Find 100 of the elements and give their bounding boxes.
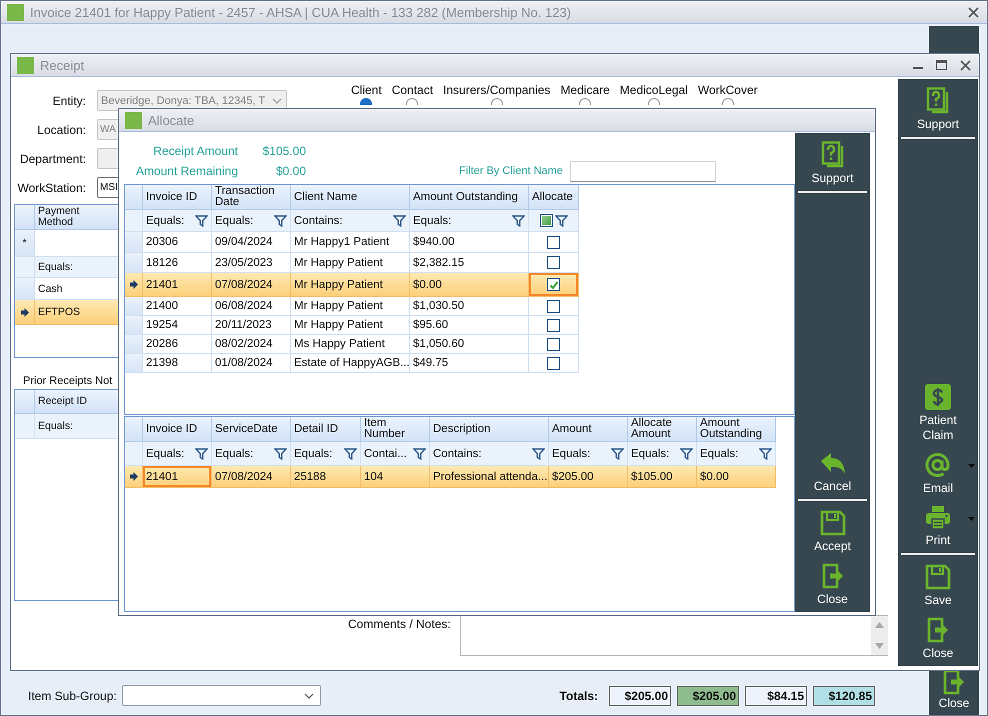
row-header (15, 278, 35, 300)
accept-button[interactable]: Accept (798, 504, 867, 557)
table-cell: 07/08/2024 (212, 273, 291, 297)
filter-icon[interactable] (554, 214, 568, 226)
column-header[interactable]: Transaction Date (212, 185, 291, 210)
table-cell: $205.00 (549, 466, 628, 488)
row-header (125, 185, 143, 210)
column-header[interactable]: Amount (549, 417, 628, 442)
radio-button[interactable] (648, 98, 660, 105)
filter-icon[interactable] (611, 448, 624, 460)
filter-icon[interactable] (344, 448, 357, 460)
column-header[interactable]: Payment Method (35, 205, 119, 230)
radio-label[interactable]: WorkCover (698, 83, 758, 97)
column-header[interactable]: Item Number (361, 417, 430, 442)
filter-label: Filter By Client Name (459, 165, 564, 177)
row-header (125, 297, 143, 316)
filter-icon[interactable] (680, 448, 693, 460)
table-cell: 21401 (143, 466, 212, 488)
window-title: Receipt (40, 58, 86, 72)
email-button[interactable]: Email (901, 446, 975, 499)
filter-icon[interactable] (413, 448, 426, 460)
radio-button[interactable] (490, 98, 503, 105)
radio-label[interactable]: Contact (392, 83, 434, 97)
filter-icon[interactable] (195, 448, 208, 460)
column-header[interactable]: Amount Outstanding (410, 185, 529, 210)
close-button[interactable]: Close (932, 669, 976, 713)
radio-button[interactable] (360, 98, 372, 105)
column-header[interactable]: ServiceDate (212, 417, 291, 442)
help-document-icon (820, 141, 844, 168)
table-cell: Professional attenda... (430, 466, 549, 488)
table-cell: Estate of HappyAGB... (291, 354, 410, 373)
filter-icon[interactable] (532, 448, 545, 460)
support-button[interactable]: Support (901, 81, 975, 139)
radio-button[interactable] (579, 98, 592, 105)
filter-icon[interactable] (759, 448, 772, 460)
select-all-checkbox[interactable] (540, 214, 552, 227)
save-button[interactable]: Save (901, 558, 975, 611)
table-cell: EFTPOS (35, 300, 119, 325)
column-header[interactable]: Allocate Amount (628, 417, 697, 442)
column-header[interactable]: Client Name (291, 185, 410, 210)
close-icon[interactable] (960, 60, 971, 70)
window-title: Invoice 21401 for Happy Patient - 2457 - AHSA | CUA Health - 133 282 (Membership No. 123) (30, 4, 572, 20)
field-label: Item Sub-Group: (28, 688, 117, 702)
cancel-button[interactable]: Cancel (798, 446, 867, 501)
filter-icon[interactable] (274, 214, 287, 226)
close-button[interactable]: Close (798, 557, 867, 610)
table-row[interactable]: Cash (15, 278, 119, 300)
support-button[interactable]: Support (798, 135, 867, 193)
table-row[interactable]: EFTPOS (15, 300, 119, 325)
field-label: Department: (18, 152, 86, 166)
client-name-filter-field[interactable] (570, 160, 716, 182)
checkbox[interactable] (547, 338, 560, 350)
checkbox[interactable] (547, 278, 560, 291)
column-header[interactable]: Receipt ID (35, 390, 119, 414)
row-pointer-icon (130, 472, 138, 481)
print-button[interactable]: Print (901, 499, 975, 555)
filter-icon[interactable] (195, 214, 208, 226)
checkbox[interactable] (547, 236, 560, 248)
close-button[interactable]: Close (901, 611, 975, 664)
radio-button[interactable] (406, 98, 418, 105)
checkbox[interactable] (547, 300, 560, 312)
column-header[interactable]: Detail ID (291, 417, 361, 442)
checkbox[interactable] (547, 318, 560, 332)
column-header[interactable]: Invoice ID (143, 417, 212, 442)
filter-operator[interactable]: Equals: (413, 214, 452, 226)
new-row-marker: * (22, 237, 27, 249)
radio-label[interactable]: MedicoLegal (620, 83, 688, 97)
checkbox[interactable] (547, 356, 560, 370)
exit-door-icon (822, 563, 844, 589)
printer-icon (925, 505, 951, 530)
maximize-icon[interactable] (936, 60, 947, 70)
back-arrow-icon (820, 452, 846, 476)
checkbox[interactable] (547, 256, 560, 269)
chevron-down-icon (304, 692, 314, 698)
exit-door-icon (943, 669, 965, 695)
column-header[interactable]: Description (430, 417, 549, 442)
radio-button[interactable] (722, 98, 734, 105)
filter-icon[interactable] (512, 214, 525, 226)
field-label: Location: (36, 122, 86, 136)
close-icon[interactable] (968, 6, 979, 18)
help-document-icon (926, 87, 950, 114)
radio-label[interactable]: Client (351, 83, 382, 97)
radio-label[interactable]: Insurers/Companies (443, 83, 550, 97)
dropdown-field[interactable] (122, 685, 321, 706)
text-field[interactable]: MSI (97, 177, 118, 198)
row-header (15, 390, 35, 414)
filter-icon[interactable] (274, 448, 287, 460)
summary-label: Amount Remaining (134, 164, 238, 178)
column-header[interactable]: Amount Outstanding (697, 417, 776, 442)
table-cell: 07/08/2024 (212, 466, 291, 488)
table-cell: Mr Happy Patient (291, 273, 410, 297)
patient-claim-button[interactable]: Patient Claim (901, 378, 975, 446)
chevron-down-icon (272, 98, 282, 104)
column-header[interactable]: Invoice ID (143, 185, 212, 210)
radio-label[interactable]: Medicare (560, 83, 610, 97)
totals-label: Totals: (560, 688, 598, 702)
filter-icon[interactable] (393, 214, 406, 226)
table-cell: $105.00 (628, 466, 697, 488)
column-header[interactable]: Allocate (529, 185, 579, 210)
window-title: Allocate (148, 112, 196, 128)
